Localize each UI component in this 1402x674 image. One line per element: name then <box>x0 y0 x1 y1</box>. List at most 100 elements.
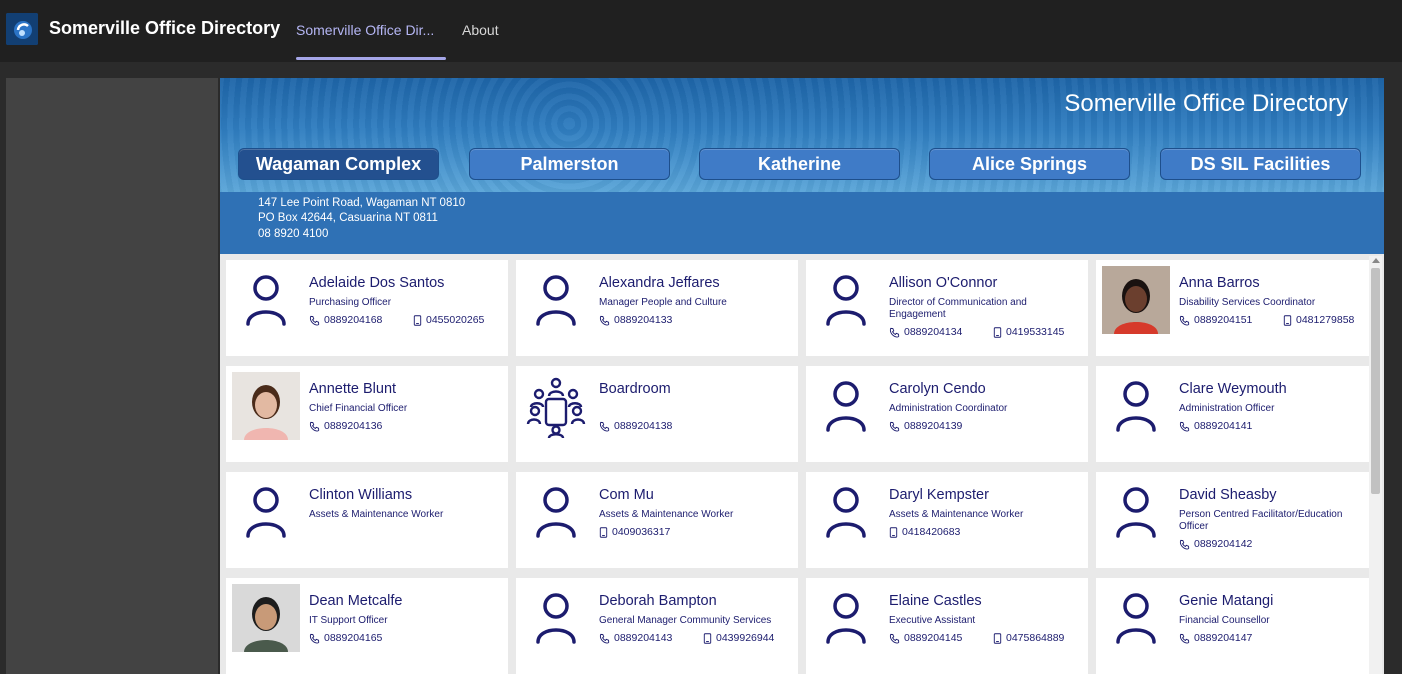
phone-number[interactable]: 0889204145 <box>889 632 962 644</box>
contact-card[interactable]: Alexandra Jeffares Manager People and Cul… <box>516 260 798 356</box>
contact-phones: 0889204134 0419533145 <box>889 326 1084 341</box>
phone-number-text: 0889204139 <box>904 420 963 432</box>
phone-number-text: 0889204138 <box>614 420 673 432</box>
scroll-thumb[interactable] <box>1371 268 1380 494</box>
phone-number-text: 0889204145 <box>904 632 963 644</box>
phone-number-text: 0889204151 <box>1194 314 1253 326</box>
contact-name: Allison O'Connor <box>889 275 998 291</box>
app-title: Somerville Office Directory <box>49 18 281 38</box>
app-logo-icon <box>6 13 38 45</box>
phone-number[interactable]: 0889204141 <box>1179 420 1252 432</box>
scroll-up-arrow[interactable] <box>1372 258 1380 263</box>
phone-number[interactable]: 0889204143 <box>599 632 672 644</box>
header-banner: Somerville Office Directory Wagaman Comp… <box>220 78 1384 192</box>
contact-card[interactable]: Anna Barros Disability Services Coordinat… <box>1096 260 1378 356</box>
contact-role: IT Support Officer <box>309 615 388 626</box>
contact-card[interactable]: Genie Matangi Financial Counsellor 0889204… <box>1096 578 1378 674</box>
person-icon <box>232 478 300 546</box>
contact-phones: 0889204147 <box>1179 632 1374 647</box>
contact-name: Adelaide Dos Santos <box>309 275 445 291</box>
profile-photo <box>1102 266 1170 334</box>
mobile-number-text: 0409036317 <box>612 526 671 538</box>
contact-card[interactable]: Deborah Bampton General Manager Community… <box>516 578 798 674</box>
contact-phones: 0889204141 <box>1179 420 1374 435</box>
mobile-number[interactable]: 0439926944 <box>703 632 774 644</box>
phone-number[interactable]: 0889204165 <box>309 632 382 644</box>
contact-role: General Manager Community Services <box>599 615 772 626</box>
person-icon <box>1102 584 1170 652</box>
mobile-number[interactable]: 0409036317 <box>599 526 670 538</box>
location-button-palmerston[interactable]: Palmerston <box>469 148 670 180</box>
tab-directory[interactable]: Somerville Office Dir... <box>296 22 446 38</box>
scrollbar[interactable] <box>1369 256 1382 674</box>
contact-card[interactable]: Clinton Williams Assets & Maintenance Wor… <box>226 472 508 568</box>
contact-phones: 0889204133 <box>599 314 794 329</box>
contact-role: Director of Communication and Engagement <box>889 297 1027 320</box>
app-canvas: Somerville Office Directory Wagaman Comp… <box>220 78 1384 674</box>
phone-number[interactable]: 0889204134 <box>889 326 962 338</box>
person-icon <box>1102 372 1170 440</box>
contact-card[interactable]: Adelaide Dos Santos Purchasing Officer 088… <box>226 260 508 356</box>
contact-card[interactable]: Elaine Castles Executive Assistant 0889204… <box>806 578 1088 674</box>
phone-number-text: 0889204134 <box>904 326 963 338</box>
mobile-icon <box>599 526 608 538</box>
phone-icon <box>599 315 610 326</box>
phone-number[interactable]: 0889204133 <box>599 314 672 326</box>
person-icon <box>1102 478 1170 546</box>
mobile-number[interactable]: 0418420683 <box>889 526 960 538</box>
location-button-alice-springs[interactable]: Alice Springs <box>929 148 1130 180</box>
mobile-number[interactable]: 0475864889 <box>993 632 1064 644</box>
mobile-number[interactable]: 0419533145 <box>993 326 1064 338</box>
phone-icon <box>309 421 320 432</box>
contact-name: Boardroom <box>599 381 671 397</box>
location-button-wagaman[interactable]: Wagaman Complex <box>238 148 439 180</box>
location-button-katherine[interactable]: Katherine <box>699 148 900 180</box>
contact-card[interactable]: David Sheasby Person Centred Facilitator/… <box>1096 472 1378 568</box>
phone-number[interactable]: 0889204136 <box>309 420 382 432</box>
contact-phones: 0889204143 0439926944 <box>599 632 794 647</box>
contact-role: Financial Counsellor <box>1179 615 1270 626</box>
phone-number[interactable]: 0889204168 <box>309 314 382 326</box>
contact-card[interactable]: Boardroom 0889204138 <box>516 366 798 462</box>
contact-role: Person Centred Facilitator/Education Off… <box>1179 509 1343 532</box>
mobile-number-text: 0455020265 <box>426 314 485 326</box>
contact-phones: 0889204145 0475864889 <box>889 632 1084 647</box>
mobile-icon <box>413 314 422 326</box>
phone-number[interactable]: 0889204139 <box>889 420 962 432</box>
contact-card[interactable]: Annette Blunt Chief Financial Officer 0889… <box>226 366 508 462</box>
person-icon <box>812 584 880 652</box>
phone-number-text: 0889204147 <box>1194 632 1253 644</box>
contact-name: Anna Barros <box>1179 275 1260 291</box>
phone-icon <box>889 421 900 432</box>
contact-role: Purchasing Officer <box>309 297 392 308</box>
contact-card[interactable]: Carolyn Cendo Administration Coordinator 0… <box>806 366 1088 462</box>
phone-number[interactable]: 0889204151 <box>1179 314 1252 326</box>
contact-name: David Sheasby <box>1179 487 1277 503</box>
contact-role: Manager People and Culture <box>599 297 727 308</box>
phone-number[interactable]: 0889204142 <box>1179 538 1252 550</box>
phone-number-text: 0889204142 <box>1194 538 1253 550</box>
phone-icon <box>1179 633 1190 644</box>
street-address: 147 Lee Point Road, Wagaman NT 0810 <box>258 197 466 209</box>
mobile-icon <box>1283 314 1292 326</box>
phone-icon <box>309 633 320 644</box>
contact-card[interactable]: Allison O'Connor Director of Communicatio… <box>806 260 1088 356</box>
phone-number-text: 0889204165 <box>324 632 383 644</box>
contact-phones: 0889204165 <box>309 632 504 647</box>
contact-card[interactable]: Clare Weymouth Administration Officer 0889… <box>1096 366 1378 462</box>
location-button-ds-sil[interactable]: DS SIL Facilities <box>1160 148 1361 180</box>
phone-icon <box>889 633 900 644</box>
contact-card[interactable]: Daryl Kempster Assets & Maintenance Worke… <box>806 472 1088 568</box>
contact-role: Executive Assistant <box>889 615 976 626</box>
mobile-icon <box>703 632 712 644</box>
contact-card[interactable]: Com Mu Assets & Maintenance Worker 0409036… <box>516 472 798 568</box>
phone-number[interactable]: 0889204138 <box>599 420 672 432</box>
contact-name: Dean Metcalfe <box>309 593 403 609</box>
contact-card[interactable]: Dean Metcalfe IT Support Officer 088920416… <box>226 578 508 674</box>
contact-phones: 0889204136 <box>309 420 504 435</box>
mobile-number[interactable]: 0455020265 <box>413 314 484 326</box>
tab-about[interactable]: About <box>462 22 499 38</box>
phone-number[interactable]: 0889204147 <box>1179 632 1252 644</box>
mobile-number[interactable]: 0481279858 <box>1283 314 1354 326</box>
contact-name: Carolyn Cendo <box>889 381 986 397</box>
